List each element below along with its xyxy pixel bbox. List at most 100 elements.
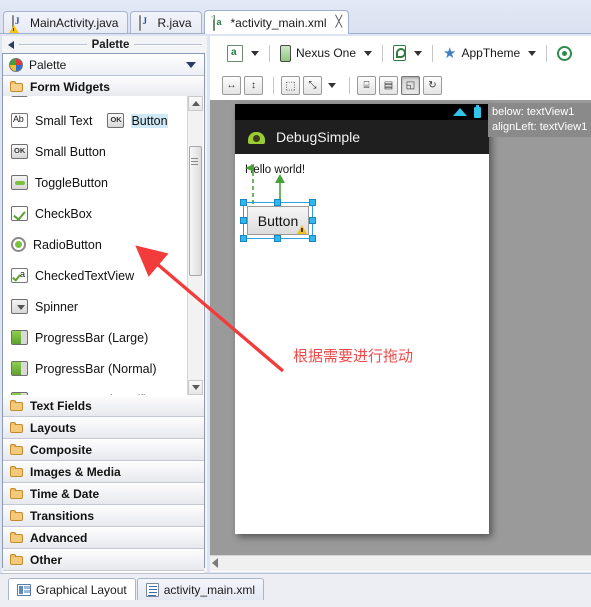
layout-canvas[interactable]: DebugSimple Hello world! Button below: t… xyxy=(210,100,591,555)
resize-handle-w[interactable] xyxy=(240,216,247,224)
constraint-tooltip: below: textView1 alignLeft: textView1 xyxy=(488,103,591,137)
folder-icon xyxy=(10,443,24,456)
chevron-down-icon[interactable] xyxy=(251,50,259,56)
palette-item-checkedtextview[interactable]: CheckedTextView xyxy=(3,260,204,291)
fill-height-button[interactable]: ↕ xyxy=(244,75,263,95)
android-status-bar xyxy=(235,104,489,120)
chevron-down-icon[interactable] xyxy=(186,61,196,68)
canvas-horizontal-scrollbar[interactable] xyxy=(210,555,591,571)
xml-layout-file-icon xyxy=(212,14,226,31)
distribute-button[interactable]: ⤡ xyxy=(303,75,322,95)
device-label: Nexus One xyxy=(296,46,357,60)
chevron-down-icon[interactable] xyxy=(528,50,537,56)
tab-label: *activity_main.xml xyxy=(230,15,327,30)
palette-item-progressbar-normal[interactable]: ProgressBar (Normal) xyxy=(3,353,204,384)
palette-header[interactable]: Palette xyxy=(3,54,204,76)
palette-view-title: Palette xyxy=(2,36,207,53)
palette-item-label-button[interactable]: Button xyxy=(131,113,168,128)
palette-item-small-text[interactable]: Small Text Button xyxy=(3,105,204,136)
collapse-left-arrow-icon[interactable] xyxy=(8,40,14,49)
orientation-selector-dropdown[interactable] xyxy=(390,43,425,63)
palette-group-form-widgets[interactable]: Form Widgets xyxy=(3,76,204,98)
chevron-down-icon[interactable] xyxy=(414,50,423,56)
tab-activity-main-xml[interactable]: *activity_main.xml ╳ xyxy=(203,10,350,34)
palette-icon xyxy=(9,57,23,72)
palette-group-layouts[interactable]: Layouts xyxy=(3,417,204,439)
tab-graphical-layout[interactable]: Graphical Layout xyxy=(8,578,136,600)
button-widget-icon xyxy=(11,144,28,159)
annotation-text: 根据需要进行拖动 xyxy=(293,348,414,365)
palette-item-progressbar-large[interactable]: ProgressBar (Large) xyxy=(3,322,204,353)
group-label: Time & Date xyxy=(30,487,100,501)
palette-item-label: CheckedTextView xyxy=(35,268,135,283)
palette-group-list: Text Fields Layouts Composite Images & M… xyxy=(3,395,204,593)
resize-handle-ne[interactable] xyxy=(309,199,316,206)
palette-group-time-date[interactable]: Time & Date xyxy=(3,483,204,505)
graphical-layout-editor: Nexus One ★ AppTheme ↔ ↕ xyxy=(210,36,591,572)
palette-item-small-button[interactable]: Small Button xyxy=(3,136,204,167)
palette-item-checkbox[interactable]: CheckBox xyxy=(3,198,204,229)
group-label: Other xyxy=(30,553,63,567)
divider xyxy=(349,76,350,94)
group-label: Text Fields xyxy=(30,399,92,413)
align-structure-button[interactable]: ▤ xyxy=(379,75,398,95)
scrollbar-thumb[interactable] xyxy=(189,146,202,276)
scroll-left-arrow-icon[interactable] xyxy=(212,558,218,568)
tooltip-line-below: below: textView1 xyxy=(492,106,575,118)
tab-r-java[interactable]: R.java xyxy=(130,11,202,34)
resize-handle-se[interactable] xyxy=(309,235,316,242)
palette-group-images-media[interactable]: Images & Media xyxy=(3,461,204,483)
open-folder-icon xyxy=(10,80,24,93)
palette-item-label: ProgressBar (Large) xyxy=(35,330,149,345)
show-included-in-button[interactable]: ◱ xyxy=(401,75,420,95)
divider xyxy=(273,76,274,94)
palette-group-advanced[interactable]: Advanced xyxy=(3,527,204,549)
palette-group-transitions[interactable]: Transitions xyxy=(3,505,204,527)
radiobutton-widget-icon xyxy=(11,237,26,252)
palette-group-text-fields[interactable]: Text Fields xyxy=(3,395,204,417)
group-label: Images & Media xyxy=(30,465,121,479)
divider xyxy=(269,44,270,62)
app-screen[interactable]: Hello world! Button xyxy=(235,154,489,534)
palette-item-togglebutton[interactable]: ToggleButton xyxy=(3,167,204,198)
palette-item-medium-text[interactable]: Medium Text xyxy=(3,96,204,105)
resize-handle-e[interactable] xyxy=(309,216,316,224)
api-target-dropdown[interactable] xyxy=(554,44,575,63)
resize-handle-s[interactable] xyxy=(274,235,281,242)
scroll-up-arrow-icon[interactable] xyxy=(188,96,203,111)
button-widget[interactable]: Button xyxy=(247,206,309,235)
tooltip-line-alignleft: alignLeft: textView1 xyxy=(492,121,588,133)
theme-selector-dropdown[interactable]: ★ AppTheme xyxy=(440,44,539,63)
palette-group-composite[interactable]: Composite xyxy=(3,439,204,461)
palette-item-progressbar-small[interactable]: ProgressBar (Small) xyxy=(3,384,204,395)
close-icon[interactable]: ╳ xyxy=(336,17,343,28)
resize-handle-sw[interactable] xyxy=(240,235,247,242)
device-selector-dropdown[interactable]: Nexus One xyxy=(277,43,375,64)
android-action-bar: DebugSimple xyxy=(235,120,489,154)
palette-item-radiobutton[interactable]: RadioButton xyxy=(3,229,204,260)
resize-handle-n[interactable] xyxy=(274,199,281,206)
tab-xml-source[interactable]: activity_main.xml xyxy=(136,578,265,600)
palette-widget-list[interactable]: Medium Text Small Text Button Small Butt… xyxy=(3,96,204,395)
palette-item-label: ToggleButton xyxy=(35,175,108,190)
layout-config-dropdown[interactable] xyxy=(224,43,262,64)
chevron-down-icon[interactable] xyxy=(364,50,373,56)
editor-mode-tabs: Graphical Layout activity_main.xml xyxy=(8,578,265,600)
distribute-dropdown-caret[interactable] xyxy=(328,82,336,88)
palette-box: Palette Form Widgets Medium Text Small T… xyxy=(2,53,205,593)
device-preview[interactable]: DebugSimple Hello world! Button xyxy=(235,104,489,534)
palette-scrollbar[interactable] xyxy=(187,96,203,395)
toggle-outlines-button[interactable]: ⬚ xyxy=(281,75,300,95)
align-baseline-button[interactable]: ⌸ xyxy=(357,75,376,95)
resize-handle-nw[interactable] xyxy=(240,199,247,206)
scrollbar-grip-icon xyxy=(191,158,198,165)
refresh-layout-button[interactable]: ↻ xyxy=(423,75,442,95)
textview-hello-world[interactable]: Hello world! xyxy=(245,164,305,176)
group-label: Composite xyxy=(30,443,93,457)
scroll-down-arrow-icon[interactable] xyxy=(188,380,203,395)
palette-item-spinner[interactable]: Spinner xyxy=(3,291,204,322)
palette-group-other[interactable]: Other xyxy=(3,549,204,571)
tab-mainactivity-java[interactable]: MainActivity.java xyxy=(3,11,129,34)
divider xyxy=(546,44,548,62)
fill-width-button[interactable]: ↔ xyxy=(222,75,241,95)
